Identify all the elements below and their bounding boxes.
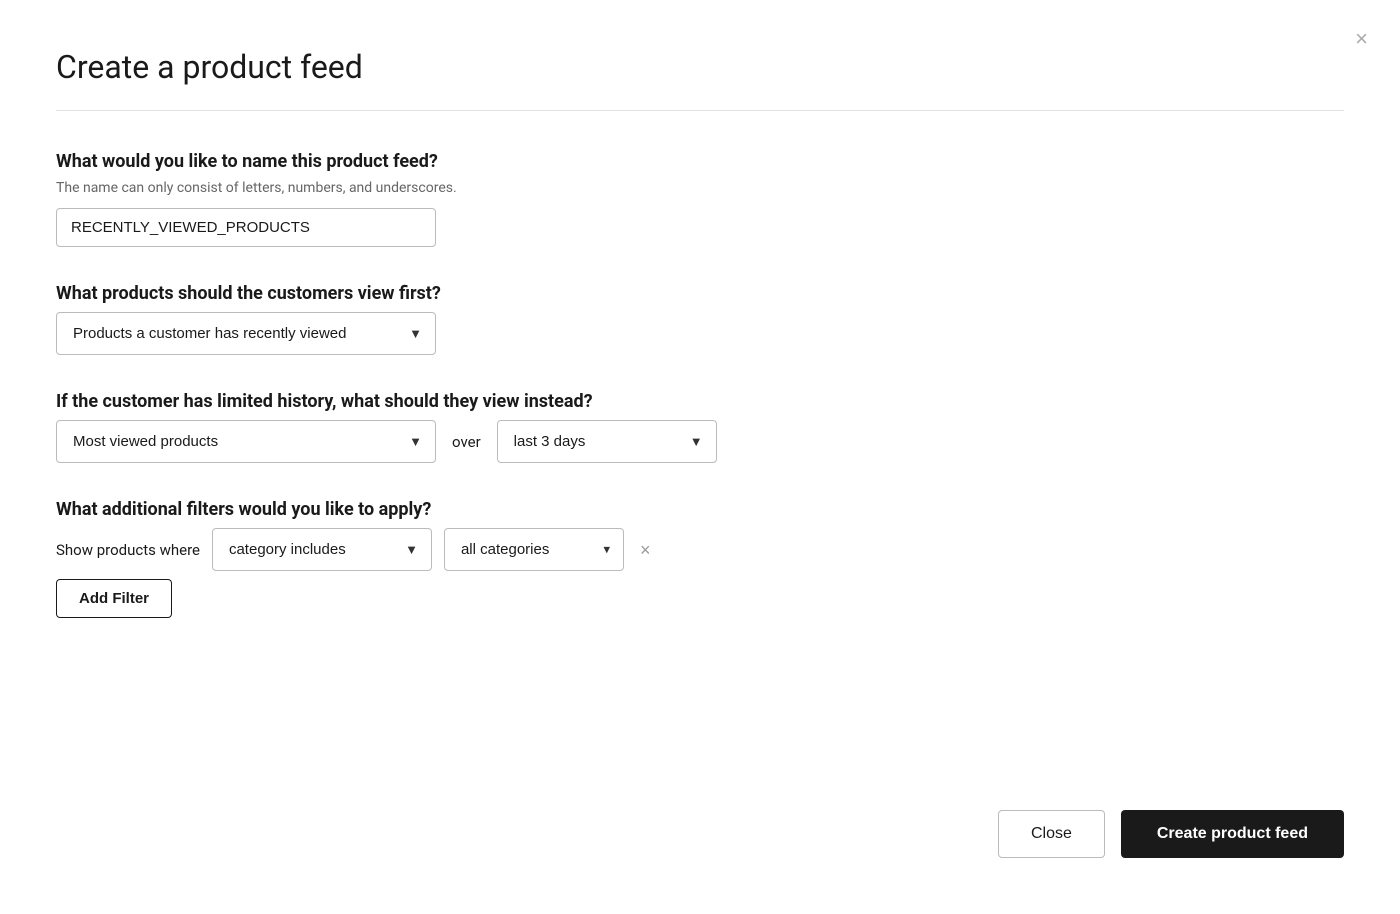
add-filter-button[interactable]: Add Filter — [56, 579, 172, 618]
period-select-wrapper: last 3 days last 7 days last 14 days las… — [497, 420, 717, 463]
filter-type-select-wrapper: category includes category excludes pric… — [212, 528, 432, 571]
period-select[interactable]: last 3 days last 7 days last 14 days las… — [497, 420, 717, 463]
modal-close-icon-button[interactable]: × — [1355, 28, 1368, 50]
modal-title: Create a product feed — [56, 48, 1344, 86]
filter-type-select[interactable]: category includes category excludes pric… — [212, 528, 432, 571]
modal-footer: Close Create product feed — [56, 770, 1344, 858]
remove-filter-button[interactable]: × — [636, 541, 655, 559]
section-products-first: What products should the customers view … — [56, 283, 1344, 355]
section-products-first-question: What products should the customers view … — [56, 283, 1344, 304]
section-limited-history-question: If the customer has limited history, wha… — [56, 391, 1344, 412]
section-limited-history: If the customer has limited history, wha… — [56, 391, 1344, 463]
section-filters-question: What additional filters would you like t… — [56, 499, 1344, 520]
section-name-hint: The name can only consist of letters, nu… — [56, 180, 1344, 196]
modal-dialog: × Create a product feed What would you l… — [0, 0, 1400, 914]
filter-row: Show products where category includes ca… — [56, 528, 1344, 571]
products-first-select-wrapper: Products a customer has recently viewed … — [56, 312, 436, 355]
over-label: over — [452, 433, 481, 451]
filter-value-select[interactable]: all categories electronics clothing home… — [444, 528, 624, 571]
fallback-select-wrapper: Most viewed products Trending products N… — [56, 420, 436, 463]
fallback-select[interactable]: Most viewed products Trending products N… — [56, 420, 436, 463]
section-name-question: What would you like to name this product… — [56, 151, 1344, 172]
title-divider — [56, 110, 1344, 111]
section-name: What would you like to name this product… — [56, 151, 1344, 247]
feed-name-input[interactable] — [56, 208, 436, 247]
show-products-label: Show products where — [56, 541, 200, 559]
create-product-feed-button[interactable]: Create product feed — [1121, 810, 1344, 858]
modal-overlay: × Create a product feed What would you l… — [0, 0, 1400, 914]
filter-value-select-wrapper: all categories electronics clothing home… — [444, 528, 624, 571]
footer-spacer — [56, 654, 1344, 770]
section-filters: What additional filters would you like t… — [56, 499, 1344, 618]
products-first-select[interactable]: Products a customer has recently viewed … — [56, 312, 436, 355]
close-button[interactable]: Close — [998, 810, 1105, 858]
fallback-row: Most viewed products Trending products N… — [56, 420, 1344, 463]
